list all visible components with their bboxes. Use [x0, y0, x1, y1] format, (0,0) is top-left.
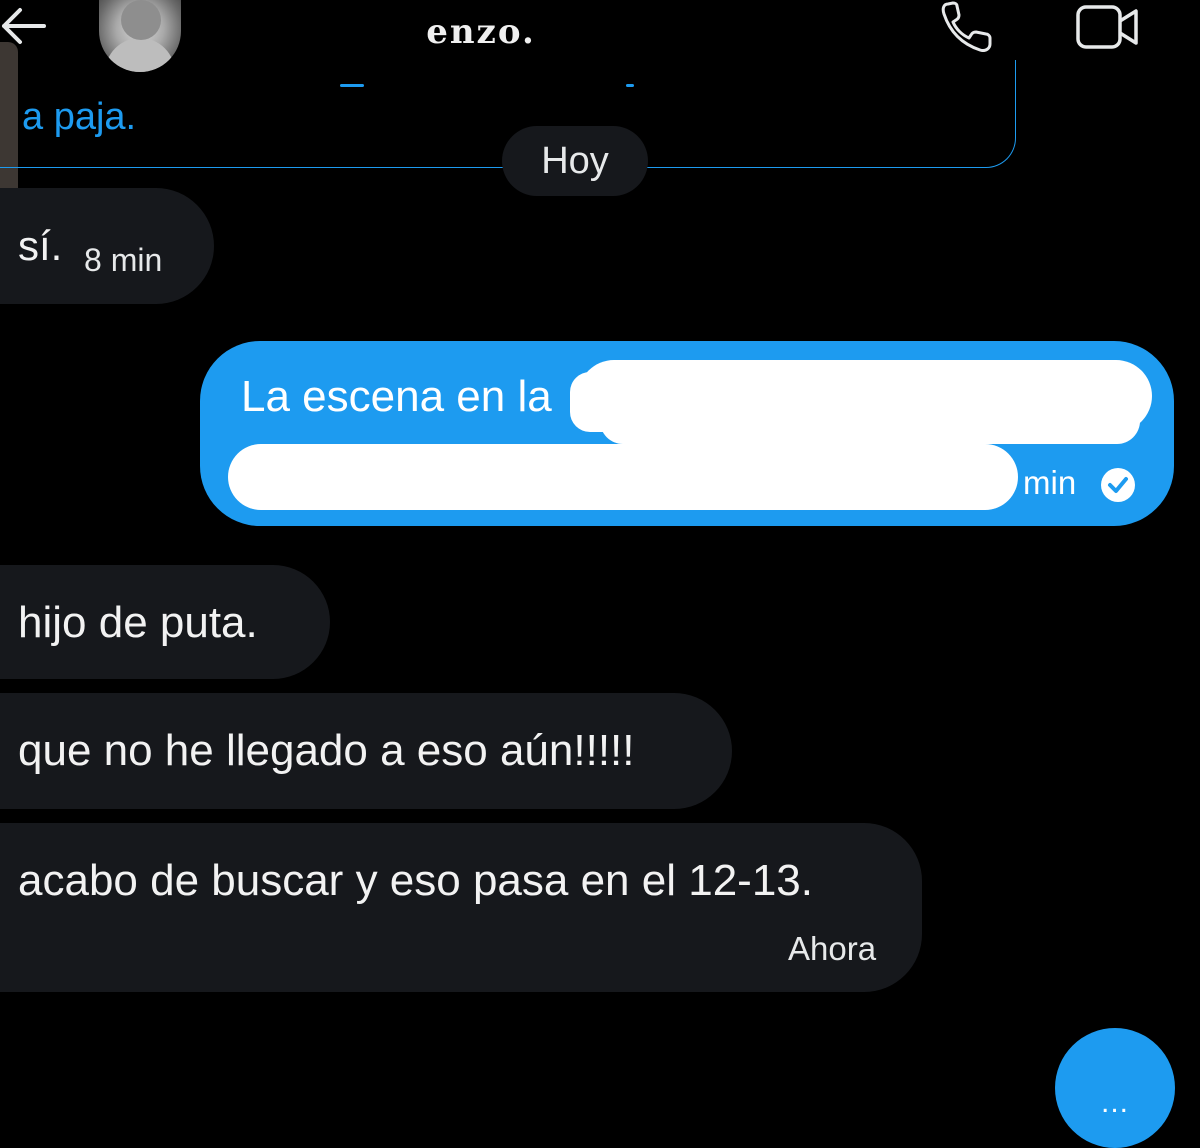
date-separator: Hoy [502, 126, 648, 196]
message-time: Ahora [788, 930, 877, 967]
message-bubble-incoming[interactable] [0, 823, 922, 992]
quoted-text-fragment [626, 84, 634, 87]
quoted-text-fragment [340, 84, 364, 87]
message-text: La escena en la [241, 372, 552, 421]
video-icon[interactable] [1075, 4, 1139, 50]
message-text: sí. [18, 222, 63, 269]
more-dots-icon: ... [1100, 1086, 1129, 1119]
phone-icon[interactable] [940, 0, 996, 52]
message-text: hijo de puta. [18, 598, 258, 647]
redaction-scribble [228, 444, 1018, 510]
conversation-title[interactable]: enzo. [0, 12, 962, 52]
message-text: que no he llegado a eso aún!!!!! [18, 726, 635, 775]
check-circle-icon [1100, 467, 1136, 503]
message-text: acabo de buscar y eso pasa en el 12-13. [18, 856, 813, 905]
more-options-button[interactable]: ... [1055, 1028, 1175, 1148]
message-time: min [1023, 464, 1077, 501]
quoted-message-text: a paja. [22, 96, 137, 138]
redaction-scribble [600, 398, 1140, 444]
message-time: 8 min [84, 242, 163, 278]
